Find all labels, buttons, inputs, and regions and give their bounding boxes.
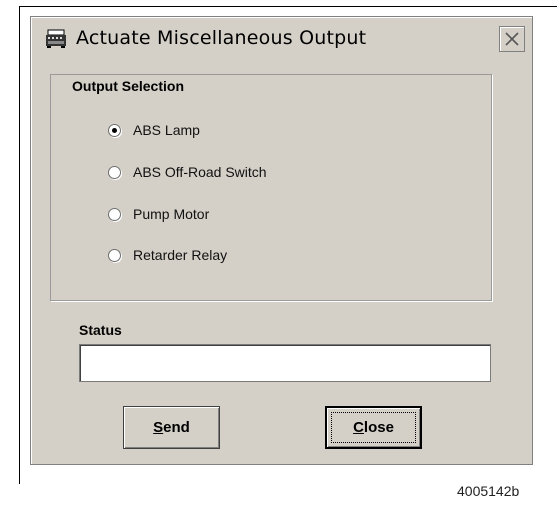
output-selection-group bbox=[50, 74, 492, 301]
close-icon bbox=[505, 32, 519, 46]
figure-frame-top bbox=[19, 6, 557, 7]
figure-caption: 4005142b bbox=[457, 483, 520, 499]
radio-button[interactable] bbox=[108, 248, 121, 262]
title-bar[interactable]: Actuate Miscellaneous Output bbox=[32, 18, 531, 62]
status-field[interactable] bbox=[79, 344, 491, 382]
figure-frame-left bbox=[19, 6, 20, 484]
dialog-window: Actuate Miscellaneous Output Output Sele… bbox=[30, 16, 533, 465]
radio-abs-lamp[interactable]: ABS Lamp bbox=[108, 122, 200, 138]
radio-button[interactable] bbox=[108, 207, 121, 221]
radio-pump-motor[interactable]: Pump Motor bbox=[108, 206, 209, 222]
radio-retarder-relay[interactable]: Retarder Relay bbox=[108, 247, 227, 263]
radio-label: Pump Motor bbox=[133, 206, 210, 222]
radio-label: Retarder Relay bbox=[133, 247, 228, 263]
status-label: Status bbox=[79, 322, 122, 338]
radio-button[interactable] bbox=[108, 165, 121, 179]
radio-button[interactable] bbox=[108, 123, 121, 137]
close-button[interactable]: Close bbox=[325, 406, 422, 449]
focus-rectangle bbox=[331, 412, 416, 443]
radio-abs-off-road-switch[interactable]: ABS Off-Road Switch bbox=[108, 164, 267, 180]
app-icon bbox=[46, 29, 66, 48]
radio-label: ABS Off-Road Switch bbox=[133, 164, 267, 180]
radio-label: ABS Lamp bbox=[133, 122, 200, 138]
output-selection-legend: Output Selection bbox=[68, 78, 189, 94]
send-button-label: Send bbox=[153, 419, 190, 436]
window-title: Actuate Miscellaneous Output bbox=[76, 27, 367, 49]
send-button[interactable]: Send bbox=[123, 406, 220, 449]
close-window-button[interactable] bbox=[499, 26, 525, 52]
